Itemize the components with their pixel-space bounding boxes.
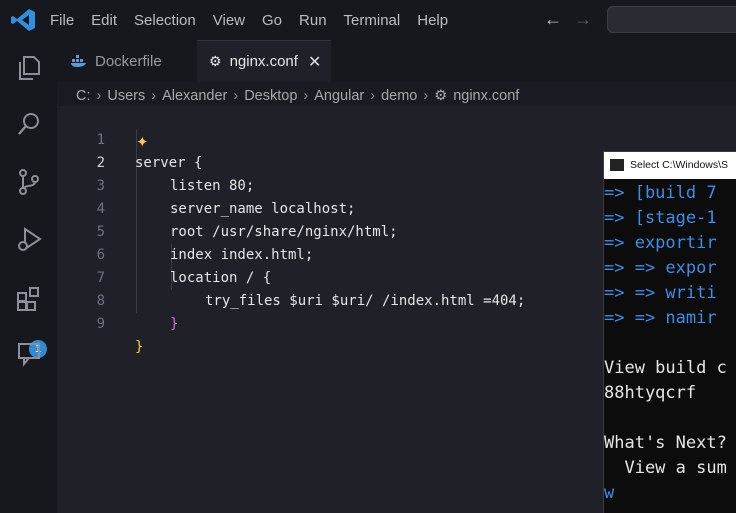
breadcrumb-item[interactable]: nginx.conf [453, 88, 519, 104]
tab-dockerfile-label: Dockerfile [95, 52, 162, 70]
chevron-right-icon: › [151, 88, 157, 104]
terminal-line: => [stage-1 [604, 208, 717, 228]
menu-run[interactable]: Run [299, 12, 327, 29]
vscode-logo-icon[interactable] [10, 8, 36, 32]
search-icon[interactable] [15, 110, 43, 138]
menu-edit[interactable]: Edit [91, 12, 117, 29]
breadcrumb: C: › Users › Alexander › Desktop › Angular › … [76, 86, 519, 106]
terminal-title-bar[interactable]: Select C:\Windows\S [604, 152, 736, 179]
chevron-right-icon: › [96, 88, 102, 104]
terminal-title: Select C:\Windows\S [630, 159, 729, 171]
terminal-line: View build c [604, 358, 727, 378]
extensions-icon[interactable] [15, 285, 43, 313]
terminal-line: => [build 7 [604, 183, 717, 203]
menu-selection[interactable]: Selection [134, 12, 196, 29]
source-control-icon[interactable] [15, 168, 43, 196]
back-arrow-icon[interactable]: ← [544, 9, 562, 30]
tab-nginx-conf[interactable]: ⚙ nginx.conf ✕ [197, 40, 331, 82]
tab-nginx-conf-label: nginx.conf [229, 53, 298, 70]
terminal-line: => => writi [604, 283, 717, 303]
menu-terminal[interactable]: Terminal [344, 12, 401, 29]
line-number: 9 [96, 316, 105, 332]
breadcrumb-item[interactable]: Alexander [162, 88, 227, 104]
menu-file[interactable]: File [50, 12, 74, 29]
chevron-right-icon: › [303, 88, 309, 104]
editor-tab-bar: Dockerfile ⚙ nginx.conf ✕ [57, 40, 736, 82]
tab-dockerfile[interactable]: Dockerfile [71, 40, 162, 82]
code-line-8-text: } [170, 316, 179, 332]
gear-icon: ⚙ [434, 88, 448, 104]
command-center-search[interactable] [607, 6, 736, 33]
title-bar: File Edit Selection View Go Run Terminal… [0, 0, 736, 40]
terminal-line: w [604, 483, 615, 503]
explorer-icon[interactable] [15, 54, 43, 82]
chevron-right-icon: › [423, 88, 429, 104]
docker-icon [71, 55, 86, 67]
breadcrumb-item[interactable]: demo [381, 88, 417, 104]
terminal-line: 88htyqcrf [604, 383, 697, 403]
menu-view[interactable]: View [213, 12, 245, 29]
code-line: 1 server { [57, 106, 736, 171]
chevron-right-icon: › [233, 88, 239, 104]
terminal-line: What's Next? [604, 433, 727, 453]
close-icon[interactable]: ✕ [308, 52, 321, 72]
terminal-icon [610, 159, 624, 171]
breadcrumb-item[interactable]: Desktop [244, 88, 297, 104]
terminal-line: => => namir [604, 308, 717, 328]
breadcrumb-item[interactable]: Users [107, 88, 145, 104]
terminal-line: => => expor [604, 258, 717, 278]
terminal-line: View a sum [604, 458, 727, 478]
run-debug-icon[interactable] [15, 225, 43, 253]
menu-help[interactable]: Help [417, 12, 448, 29]
chevron-right-icon: › [370, 88, 376, 104]
gear-icon: ⚙ [209, 53, 222, 69]
code-line: 2 listen 80; [57, 129, 736, 194]
forward-arrow-icon[interactable]: → [574, 9, 592, 30]
breadcrumb-item[interactable]: Angular [314, 88, 364, 104]
remote-explorer-icon[interactable] [15, 340, 43, 368]
breadcrumb-item[interactable]: C: [76, 88, 91, 104]
menu-go[interactable]: Go [262, 12, 282, 29]
terminal-line: => exportir [604, 233, 717, 253]
activity-bar: 1 [0, 40, 57, 513]
terminal-window[interactable]: Select C:\Windows\S => [build 7 => [stag… [603, 151, 736, 513]
code-line-9-text: } [135, 339, 144, 355]
menu-bar: File Edit Selection View Go Run Terminal… [50, 0, 465, 40]
